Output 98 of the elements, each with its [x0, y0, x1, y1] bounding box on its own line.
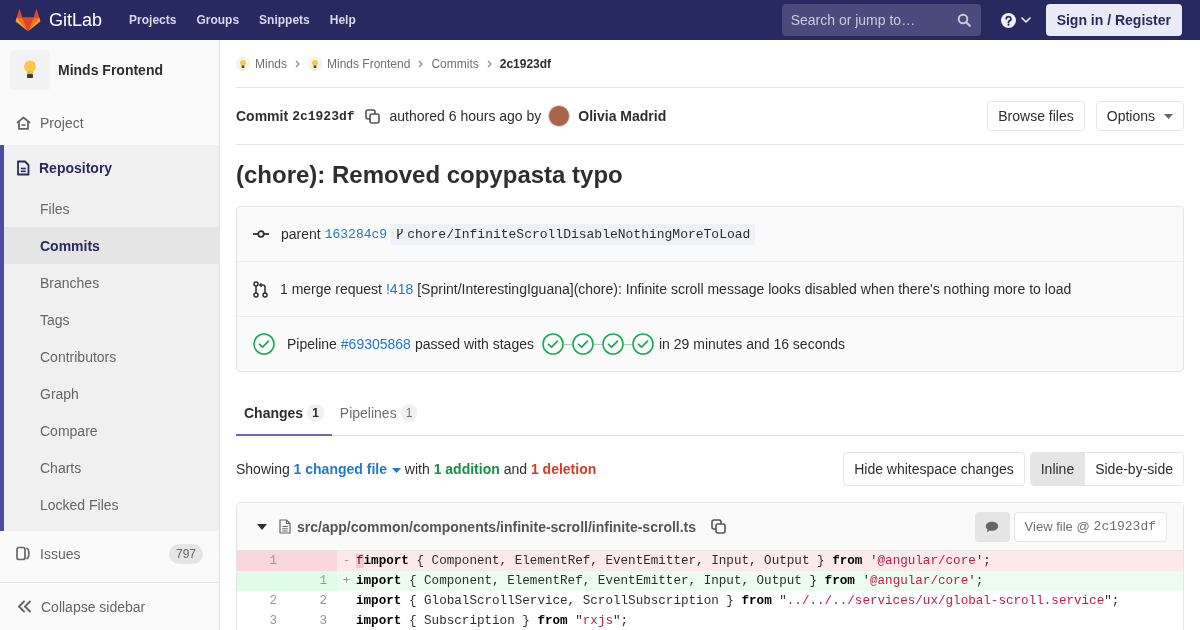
diff-summary: Showing 1 changed file with 1 addition and 1 deletion	[236, 461, 597, 477]
chevron-down-icon	[1020, 17, 1031, 23]
sidebar-subitem[interactable]: Graph	[4, 375, 219, 412]
sidebar-subitem[interactable]: Tags	[4, 301, 219, 338]
options-dropdown-button[interactable]: Options	[1095, 101, 1184, 131]
merge-request-title: [Sprint/InterestingIguana](chore): Infinite scroll message looks disabled when there's nothing more to load	[417, 281, 1072, 297]
sidebar-subitem[interactable]: Contributors	[4, 338, 219, 375]
issues-icon	[16, 546, 31, 561]
sign-in-button[interactable]: Sign in / Register	[1045, 4, 1182, 36]
commit-label: Commit	[236, 108, 289, 124]
changed-files-dropdown-link[interactable]: 1 changed file	[293, 461, 401, 477]
pipeline-link[interactable]: #69305868	[340, 336, 411, 352]
breadcrumb-link[interactable]: Minds	[236, 56, 287, 71]
help-icon	[1000, 12, 1016, 28]
pipeline-status-text: passed with stages	[414, 336, 534, 352]
logo-icon	[15, 8, 41, 32]
double-chevron-left-icon	[17, 600, 32, 613]
pipeline-label: Pipeline	[287, 336, 337, 352]
project-link[interactable]: Minds Frontend	[0, 40, 219, 100]
commit-title: (chore): Removed copypasta typo	[236, 161, 624, 189]
commit-hash: 2c1923df	[292, 108, 355, 124]
nav-link[interactable]: Snippets	[259, 13, 310, 27]
avatar-icon	[548, 105, 571, 127]
diff-sign: +	[342, 574, 351, 588]
sidebar-item[interactable]: Repository	[4, 145, 219, 190]
tab[interactable]: Changes 1	[236, 391, 332, 436]
sidebar-subitem[interactable]: Files	[4, 190, 219, 227]
comment-button[interactable]	[974, 511, 1010, 542]
chevron-right-icon	[295, 59, 300, 68]
stage-connector-line	[564, 343, 572, 345]
stage-connector-line	[594, 343, 602, 345]
authored-text: authored 6 hours ago by	[389, 108, 542, 124]
stage-status-icon[interactable]	[572, 333, 594, 355]
merge-request-link[interactable]: !418	[385, 281, 414, 297]
count-badge: 1	[400, 403, 418, 422]
merge-request-count: 1 merge request	[280, 281, 382, 297]
speech-bubble-icon	[985, 520, 1000, 533]
file-icon	[279, 519, 291, 534]
code-line: import { GlobalScrollService, ScrollSubscription } from "../../../services/ux/global-scroll.service";	[356, 593, 1120, 610]
stage-status-icon[interactable]	[542, 333, 564, 355]
sidebar-subitem[interactable]: Branches	[4, 264, 219, 301]
parent-commit-link[interactable]: 163284c9	[324, 226, 388, 242]
tab[interactable]: Pipelines 1	[331, 391, 426, 436]
diff-sign: -	[342, 554, 351, 568]
count-badge: 797	[168, 543, 203, 564]
view-toggle-button[interactable]: Inline	[1030, 453, 1085, 485]
count-badge: 1	[307, 403, 324, 422]
branch-tag[interactable]: chore/InfiniteScrollDisableNothingMoreToLoad	[391, 223, 756, 245]
breadcrumb-link[interactable]: 2c1923df	[499, 56, 552, 71]
breadcrumb-link[interactable]: Commits	[431, 56, 479, 71]
lightbulb-avatar-icon	[236, 56, 250, 71]
pipeline-duration: in 29 minutes and 16 seconds	[659, 336, 845, 352]
stage-status-icon[interactable]	[602, 333, 624, 355]
lightbulb-avatar-icon	[308, 56, 322, 71]
hide-whitespace-button[interactable]: Hide whitespace changes	[843, 452, 1025, 486]
caret-down-icon	[391, 467, 401, 473]
nav-link[interactable]: Help	[329, 13, 356, 27]
branch-icon	[396, 228, 405, 240]
collapse-sidebar-button[interactable]: Collapse sidebar	[0, 582, 219, 630]
sidebar-subitem[interactable]: Locked Files	[4, 486, 219, 523]
breadcrumb-link[interactable]: Minds Frontend	[308, 56, 411, 71]
stage-connector-line	[624, 343, 632, 345]
home-icon	[16, 115, 31, 130]
lightbulb-avatar-icon	[10, 50, 50, 90]
code-line: import { Subscription } from "rxjs";	[356, 613, 629, 630]
sidebar-item[interactable]: Project	[0, 100, 219, 145]
copy-icon[interactable]	[364, 108, 380, 124]
chevron-right-icon	[418, 59, 424, 68]
parent-label: parent	[281, 226, 321, 242]
chevron-right-icon	[486, 59, 492, 68]
view-file-button[interactable]: View file @ 2c1923df	[1013, 511, 1167, 542]
gitlab-home-link[interactable]: GitLab	[15, 8, 103, 32]
document-icon	[16, 159, 30, 176]
sidebar-subitem[interactable]: Commits	[4, 227, 219, 264]
file-path-link[interactable]: src/app/common/components/infinite-scroll/infinite-scroll.ts	[297, 518, 697, 535]
sidebar-subitem[interactable]: Compare	[4, 412, 219, 449]
nav-link[interactable]: Projects	[129, 13, 177, 27]
author-link[interactable]: Olivia Madrid	[578, 108, 667, 124]
stage-status-icon[interactable]	[632, 333, 654, 355]
search-field[interactable]: Search or jump to…	[781, 4, 981, 36]
code-line: fimport { Component, ElementRef, EventEmitter, Input, Output } from '@angular/core';	[356, 553, 991, 570]
caret-down-icon[interactable]	[257, 523, 267, 530]
caret-down-icon	[1164, 113, 1173, 119]
line-number[interactable]: 3	[287, 611, 337, 630]
sidebar-item[interactable]: Issues 797	[0, 531, 219, 576]
sidebar-subitem[interactable]: Charts	[4, 449, 219, 486]
view-toggle-button[interactable]: Side-by-side	[1084, 453, 1183, 485]
copy-icon[interactable]	[711, 519, 727, 534]
line-number[interactable]: 2	[287, 591, 337, 611]
line-number[interactable]: 3	[237, 611, 287, 630]
nav-link[interactable]: Groups	[196, 13, 240, 27]
line-number[interactable]: 2	[237, 591, 287, 611]
help-dropdown-button[interactable]	[1000, 12, 1031, 28]
merge-request-icon	[253, 280, 268, 298]
commit-icon	[253, 230, 269, 238]
search-icon	[956, 13, 971, 27]
browse-files-button[interactable]: Browse files	[987, 101, 1085, 131]
code-line: import { Component, ElementRef, EventEmitter, Input, Output } from '@angular/core';	[356, 573, 984, 590]
